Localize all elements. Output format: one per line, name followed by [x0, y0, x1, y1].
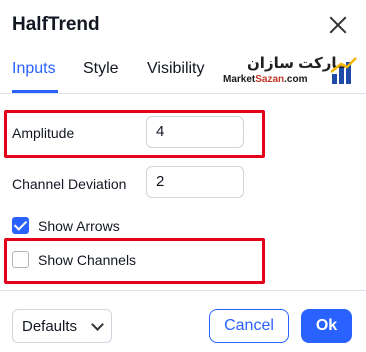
- amplitude-input[interactable]: 4: [146, 116, 244, 148]
- ok-button[interactable]: Ok: [301, 309, 352, 343]
- tab-visibility[interactable]: Visibility: [147, 60, 205, 78]
- show-arrows-checkbox[interactable]: [12, 217, 29, 234]
- show-arrows-label: Show Arrows: [38, 218, 120, 234]
- watermark-logo: مارکت سازان MarketSazan.com: [221, 52, 357, 90]
- show-channels-checkbox[interactable]: [12, 251, 29, 268]
- tabs-divider: [0, 93, 366, 94]
- bar-chart-icon: [331, 57, 357, 84]
- tab-style[interactable]: Style: [83, 60, 119, 78]
- amplitude-label: Amplitude: [12, 125, 75, 141]
- dialog-title: HalfTrend: [12, 14, 100, 35]
- tab-inputs[interactable]: Inputs: [12, 60, 56, 78]
- channel-deviation-label: Channel Deviation: [12, 176, 127, 192]
- show-channels-label: Show Channels: [38, 252, 137, 268]
- logo-text-en: MarketSazan.com: [223, 74, 308, 85]
- cancel-button[interactable]: Cancel: [209, 309, 289, 343]
- chevron-down-icon: [91, 318, 104, 331]
- close-icon[interactable]: [327, 14, 349, 36]
- footer-divider: [0, 290, 366, 291]
- defaults-dropdown[interactable]: Defaults: [12, 309, 112, 343]
- channel-deviation-input[interactable]: 2: [146, 166, 244, 198]
- defaults-label: Defaults: [22, 318, 78, 335]
